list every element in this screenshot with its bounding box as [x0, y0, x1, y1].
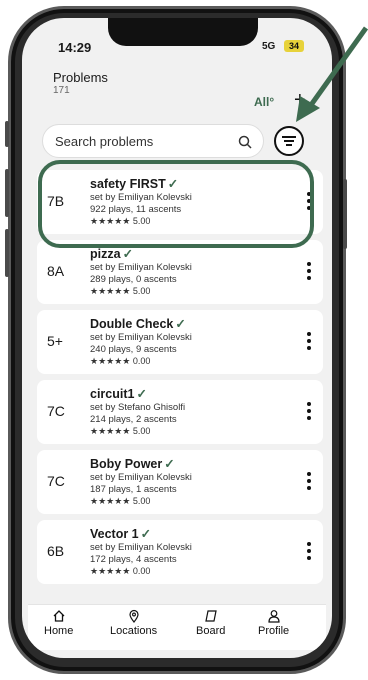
annotation-arrow-icon	[296, 26, 368, 122]
